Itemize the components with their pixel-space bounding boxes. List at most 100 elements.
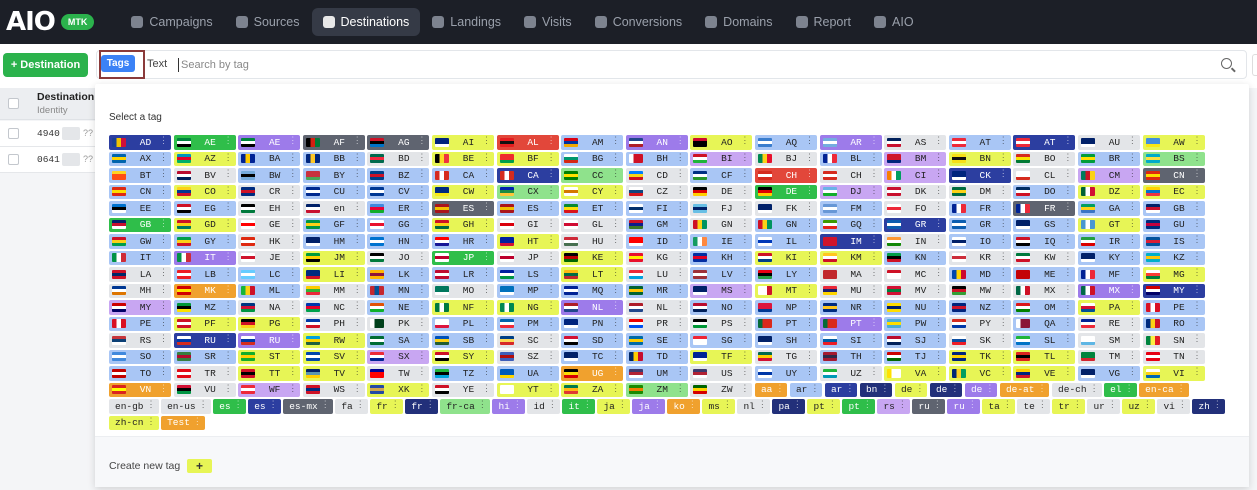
tag-menu-icon[interactable]: ⋮ <box>1063 285 1072 295</box>
country-tag[interactable]: MM ⋮ <box>302 283 365 298</box>
country-tag[interactable]: SE ⋮ <box>625 333 688 348</box>
tag-menu-icon[interactable]: ⋮ <box>999 252 1008 262</box>
tag-menu-icon[interactable]: ⋮ <box>417 169 426 179</box>
country-tag[interactable]: GY ⋮ <box>173 234 236 249</box>
tag-menu-icon[interactable]: ⋮ <box>611 301 620 311</box>
country-tag[interactable]: FR ⋮ <box>948 201 1011 216</box>
tag-menu-icon[interactable]: ⋮ <box>723 400 732 410</box>
nav-item-aio[interactable]: AIO <box>863 8 925 36</box>
language-tag[interactable]: de ⋮ <box>964 382 998 397</box>
tag-menu-icon[interactable]: ⋮ <box>934 351 943 361</box>
country-tag[interactable]: AM ⋮ <box>561 135 624 150</box>
country-tag[interactable]: IM ⋮ <box>819 234 882 249</box>
country-tag[interactable]: ZW ⋮ <box>690 382 753 397</box>
tag-menu-icon[interactable]: ⋮ <box>1193 351 1202 361</box>
tag-menu-icon[interactable]: ⋮ <box>870 186 879 196</box>
country-tag[interactable]: SH ⋮ <box>754 333 817 348</box>
table-row[interactable]: 4940 ?? <box>0 121 95 147</box>
tag-menu-icon[interactable]: ⋮ <box>547 351 556 361</box>
nav-item-domains[interactable]: Domains <box>694 8 783 36</box>
country-tag[interactable]: NE ⋮ <box>367 300 430 315</box>
tag-menu-icon[interactable]: ⋮ <box>417 351 426 361</box>
language-tag[interactable]: de-at ⋮ <box>999 382 1050 397</box>
tag-menu-icon[interactable]: ⋮ <box>159 219 168 229</box>
tag-menu-icon[interactable]: ⋮ <box>482 136 491 146</box>
tag-menu-icon[interactable]: ⋮ <box>985 384 994 394</box>
country-tag[interactable]: MY ⋮ <box>109 300 171 315</box>
table-row[interactable]: 0641 ?? <box>0 147 95 173</box>
country-tag[interactable]: BF ⋮ <box>496 151 559 166</box>
country-tag[interactable]: MC ⋮ <box>884 267 947 282</box>
country-tag[interactable]: JE ⋮ <box>238 250 301 265</box>
language-tag[interactable]: fr ⋮ <box>370 399 403 414</box>
tag-menu-icon[interactable]: ⋮ <box>870 136 879 146</box>
tag-menu-icon[interactable]: ⋮ <box>482 351 491 361</box>
search-icon[interactable] <box>1221 58 1232 69</box>
country-tag[interactable]: GS ⋮ <box>1013 217 1076 232</box>
country-tag[interactable]: JM ⋮ <box>302 250 365 265</box>
tag-menu-icon[interactable]: ⋮ <box>1177 384 1186 394</box>
country-tag[interactable]: VC ⋮ <box>948 366 1011 381</box>
country-tag[interactable]: CH ⋮ <box>819 168 882 183</box>
tag-menu-icon[interactable]: ⋮ <box>547 153 556 163</box>
tag-menu-icon[interactable]: ⋮ <box>288 285 297 295</box>
country-tag[interactable]: PG ⋮ <box>238 316 301 331</box>
tag-menu-icon[interactable]: ⋮ <box>159 202 168 212</box>
tag-menu-icon[interactable]: ⋮ <box>417 186 426 196</box>
tag-menu-icon[interactable]: ⋮ <box>417 235 426 245</box>
tag-menu-icon[interactable]: ⋮ <box>199 400 208 410</box>
tag-menu-icon[interactable]: ⋮ <box>547 367 556 377</box>
tag-menu-icon[interactable]: ⋮ <box>1128 169 1137 179</box>
country-tag[interactable]: ID ⋮ <box>625 234 688 249</box>
tag-menu-icon[interactable]: ⋮ <box>999 351 1008 361</box>
country-tag[interactable]: BH ⋮ <box>625 151 688 166</box>
tag-menu-icon[interactable]: ⋮ <box>288 169 297 179</box>
country-tag[interactable]: HK ⋮ <box>238 234 301 249</box>
tag-menu-icon[interactable]: ⋮ <box>147 400 156 410</box>
nav-item-report[interactable]: Report <box>785 8 863 36</box>
tag-menu-icon[interactable]: ⋮ <box>1108 400 1117 410</box>
country-tag[interactable]: ES ⋮ <box>431 201 494 216</box>
tag-menu-icon[interactable]: ⋮ <box>353 136 362 146</box>
tag-menu-icon[interactable]: ⋮ <box>159 252 168 262</box>
tag-menu-icon[interactable]: ⋮ <box>676 367 685 377</box>
tag-menu-icon[interactable]: ⋮ <box>611 136 620 146</box>
country-tag[interactable]: RU ⋮ <box>173 333 236 348</box>
tag-menu-icon[interactable]: ⋮ <box>353 285 362 295</box>
tag-menu-icon[interactable]: ⋮ <box>1125 384 1134 394</box>
country-tag[interactable]: AQ ⋮ <box>754 135 817 150</box>
tag-menu-icon[interactable]: ⋮ <box>740 334 749 344</box>
tag-menu-icon[interactable]: ⋮ <box>159 384 168 394</box>
tag-menu-icon[interactable]: ⋮ <box>1193 367 1202 377</box>
country-tag[interactable]: BO ⋮ <box>1013 151 1076 166</box>
country-tag[interactable]: GI ⋮ <box>496 217 559 232</box>
tag-menu-icon[interactable]: ⋮ <box>870 219 879 229</box>
country-tag[interactable]: CX ⋮ <box>496 184 559 199</box>
language-tag[interactable]: es ⋮ <box>213 399 246 414</box>
tag-menu-icon[interactable]: ⋮ <box>159 285 168 295</box>
country-tag[interactable]: AT ⋮ <box>948 135 1011 150</box>
tag-menu-icon[interactable]: ⋮ <box>611 153 620 163</box>
country-tag[interactable]: SR ⋮ <box>173 349 236 364</box>
country-tag[interactable]: UZ ⋮ <box>819 366 882 381</box>
country-tag[interactable]: CA ⋮ <box>496 168 559 183</box>
country-tag[interactable]: GR ⋮ <box>948 217 1011 232</box>
country-tag[interactable]: VE ⋮ <box>1013 366 1076 381</box>
country-tag[interactable]: CY ⋮ <box>561 184 624 199</box>
country-tag[interactable]: GU ⋮ <box>1142 217 1205 232</box>
tag-menu-icon[interactable]: ⋮ <box>870 235 879 245</box>
tag-menu-icon[interactable]: ⋮ <box>934 169 943 179</box>
country-tag[interactable]: JP ⋮ <box>431 250 494 265</box>
language-tag[interactable]: ms ⋮ <box>702 399 735 414</box>
country-tag[interactable]: AN ⋮ <box>625 135 688 150</box>
country-tag[interactable]: PK ⋮ <box>367 316 430 331</box>
tag-menu-icon[interactable]: ⋮ <box>1128 235 1137 245</box>
tag-menu-icon[interactable]: ⋮ <box>288 219 297 229</box>
tag-menu-icon[interactable]: ⋮ <box>740 301 749 311</box>
language-tag[interactable]: fr ⋮ <box>405 399 438 414</box>
tag-menu-icon[interactable]: ⋮ <box>934 235 943 245</box>
country-tag[interactable]: TH ⋮ <box>819 349 882 364</box>
tag-menu-icon[interactable]: ⋮ <box>547 268 556 278</box>
tag-menu-icon[interactable]: ⋮ <box>999 169 1008 179</box>
tag-menu-icon[interactable]: ⋮ <box>676 351 685 361</box>
